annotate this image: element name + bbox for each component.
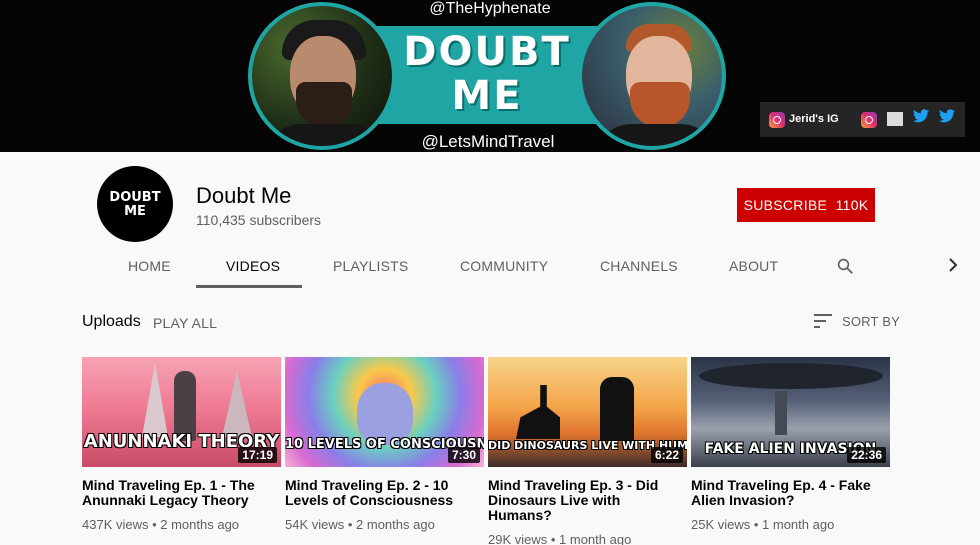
tab-channels[interactable]: CHANNELS — [600, 258, 678, 274]
dinosaur-silhouette — [516, 385, 560, 439]
crystal-spire — [222, 371, 252, 437]
video-card[interactable]: 10 LEVELS OF CONSCIOUSNESS 7:30 Mind Tra… — [285, 357, 485, 532]
twitter-icon[interactable] — [913, 109, 929, 128]
section-title: Uploads — [82, 313, 141, 330]
banner-title-line2: ME — [451, 73, 523, 119]
video-card[interactable]: DID DINOSAURS LIVE WITH HUMANS? 6:22 Min… — [488, 357, 688, 545]
banner-handle-top: @TheHyphenate — [429, 0, 551, 17]
play-all-button[interactable]: PLAY ALL — [153, 315, 217, 331]
instagram-icon[interactable] — [769, 112, 785, 128]
video-thumbnail[interactable]: ANUNNAKI THEORY 17:19 — [82, 357, 281, 467]
video-title[interactable]: Mind Traveling Ep. 3 - Did Dinosaurs Liv… — [488, 478, 682, 523]
banner-logo-title: DOUBT ME — [398, 30, 576, 118]
subscribe-button[interactable]: SUBSCRIBE 110K — [737, 188, 875, 222]
alien-mothership — [699, 363, 883, 389]
youtube-channel-page: @TheHyphenate DOUBT ME @LetsMindTravel J… — [0, 0, 980, 545]
video-title[interactable]: Mind Traveling Ep. 4 - Fake Alien Invasi… — [691, 478, 885, 508]
subscriber-count: 110,435 subscribers — [196, 212, 322, 228]
avatar-line2: ME — [124, 204, 146, 219]
video-duration: 6:22 — [650, 447, 683, 463]
video-meta: 29K views • 1 month ago — [488, 532, 632, 545]
instagram-icon[interactable] — [861, 112, 877, 128]
video-thumbnail[interactable]: 10 LEVELS OF CONSCIOUSNESS 7:30 — [285, 357, 484, 467]
sort-icon[interactable] — [814, 314, 832, 328]
video-title[interactable]: Mind Traveling Ep. 1 - The Anunnaki Lega… — [82, 478, 276, 508]
video-card[interactable]: FAKE ALIEN INVASION 22:36 Mind Traveling… — [691, 357, 891, 532]
beard — [630, 82, 690, 128]
tab-community[interactable]: COMMUNITY — [460, 258, 548, 274]
video-duration: 17:19 — [238, 447, 277, 463]
avatar-line1: DOUBT — [109, 190, 161, 205]
tab-playlists[interactable]: PLAYLISTS — [333, 258, 408, 274]
glowing-head — [357, 383, 413, 445]
channel-avatar[interactable]: DOUBT ME — [97, 166, 173, 242]
beard — [296, 82, 352, 128]
host-portrait-left — [248, 2, 396, 150]
subscribe-count: 110K — [835, 197, 869, 213]
video-duration: 22:36 — [847, 447, 886, 463]
tab-home[interactable]: HOME — [128, 258, 171, 274]
video-meta: 25K views • 1 month ago — [691, 517, 835, 532]
caveman-silhouette — [600, 377, 634, 441]
website-icon[interactable] — [887, 112, 903, 126]
twitter-icon[interactable] — [939, 109, 955, 128]
jerid-ig-link[interactable]: Jerid's IG — [789, 113, 839, 125]
tab-about[interactable]: ABOUT — [729, 258, 778, 274]
sort-by-button[interactable]: SORT BY — [842, 314, 900, 329]
video-thumbnail[interactable]: DID DINOSAURS LIVE WITH HUMANS? 6:22 — [488, 357, 687, 467]
video-card[interactable]: ANUNNAKI THEORY 17:19 Mind Traveling Ep.… — [82, 357, 282, 532]
host-portrait-right — [578, 2, 726, 150]
clock-tower — [775, 391, 787, 435]
channel-name: Doubt Me — [196, 183, 292, 208]
search-icon[interactable] — [836, 257, 854, 275]
chevron-right-icon[interactable] — [946, 256, 960, 274]
video-meta: 54K views • 2 months ago — [285, 517, 435, 532]
crystal-spire — [142, 363, 168, 437]
video-thumbnail[interactable]: FAKE ALIEN INVASION 22:36 — [691, 357, 890, 467]
subscribe-label: SUBSCRIBE — [743, 197, 828, 213]
video-title[interactable]: Mind Traveling Ep. 2 - 10 Levels of Cons… — [285, 478, 479, 508]
banner-title-line1: DOUBT — [403, 29, 571, 75]
tab-videos[interactable]: VIDEOS — [226, 258, 280, 274]
video-duration: 7:30 — [447, 447, 480, 463]
video-meta: 437K views • 2 months ago — [82, 517, 240, 532]
